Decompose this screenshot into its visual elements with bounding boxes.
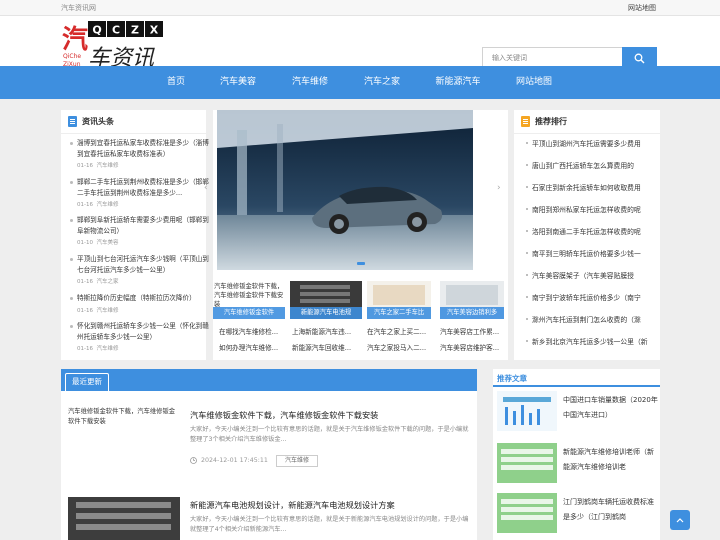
slider-dot-active[interactable]	[357, 262, 365, 265]
article-desc: 大家好，今天小编关注到一个比较有意思的话题，就是关于新能源汽车电池规划设计的问题…	[190, 516, 469, 533]
slider-thumb[interactable]: 汽车美容边销利多	[440, 281, 504, 319]
news-panel: 资讯头条 淄博到宜春托运私家车收费标准是多少（淄博到宜春托运私家车收费标准表） …	[61, 110, 209, 360]
nav-auto-home[interactable]: 汽车之家	[364, 66, 400, 99]
top-bar: 汽车资讯网 网站地图	[0, 0, 720, 16]
news-item[interactable]: 特斯拉降价历史幅度（特斯拉历次降价） 01-16 汽车维修	[69, 293, 209, 314]
slider-link[interactable]: 如何办理汽车维修...	[219, 342, 289, 352]
slider-thumb[interactable]: 汽车维修钣金软件下载，汽车维修钣金软件下载安装 汽车维修钣金软件	[213, 281, 285, 319]
chevron-up-icon	[676, 518, 684, 523]
recommend-item[interactable]: 新能源汽车维修培训老师（新能源汽车维修培训老	[497, 443, 672, 485]
slider-link[interactable]: 在汽车之家上买二...	[367, 326, 437, 336]
slider-link[interactable]: 在哪找汽车维修检...	[219, 326, 289, 336]
rank-item[interactable]: 石家庄到新余托运轿车如何收取费用	[526, 182, 661, 192]
article-title[interactable]: 新能源汽车电池规划设计，新能源汽车电池规划设计方案	[190, 499, 395, 511]
news-panel-title: 资讯头条	[61, 110, 206, 134]
rank-item[interactable]: 平顶山到湖州汽车托运需要多少费用	[526, 138, 661, 148]
site-name: 汽车资讯网	[61, 3, 96, 12]
rank-item[interactable]: 洛阳到南通二手车托运怎样收费的呢	[526, 226, 661, 236]
main-nav: 首页 汽车美容 汽车维修 汽车之家 新能源汽车 网站地图	[0, 66, 720, 99]
search-icon	[634, 53, 645, 63]
rank-item[interactable]: 南平到三明轿车托运价格要多少钱一	[526, 248, 661, 258]
slider-thumb[interactable]: 汽车之家二手车比	[367, 281, 431, 319]
featured-slider: ‹ › 汽车维修钣金软件下载，汽车维修钣金软件下载安装 汽车维修钣金软件 新能源…	[204, 110, 508, 360]
rank-panel-title: 推荐排行	[514, 110, 660, 134]
article-title[interactable]: 汽车维修钣金软件下载，汽车维修钣金软件下载安装	[190, 409, 378, 421]
recommend-title: 推荐文章	[493, 369, 660, 387]
rank-item[interactable]: 南阳到郑州私家车托运怎样收费的呢	[526, 204, 661, 214]
rank-item[interactable]: 滁州汽车托运到荆门怎么收费的（滁	[526, 314, 661, 324]
news-item[interactable]: 淄博到宜春托运私家车收费标准是多少（淄博到宜春托运私家车收费标准表） 01-16…	[69, 138, 209, 169]
news-item[interactable]: 邯郸二手车托运到荆州收费标准是多少（邯郸二手车托运到荆州收费标准是多少... 0…	[69, 177, 209, 208]
rank-item[interactable]: 新乡到北京汽车托运多少钱一公里（新	[526, 336, 661, 346]
rank-panel: 推荐排行 平顶山到湖州汽车托运需要多少费用 唐山到广西托运轿车怎么算费用的 石家…	[514, 110, 660, 360]
news-item[interactable]: 邯郸到阜新托运轿车需要多少费用呢（邯郸到阜新物流公司） 01-10 汽车美容	[69, 215, 209, 246]
recommend-item[interactable]: 江门到鹤岗车辆托运收费标准是多少（江门到鹤岗	[497, 493, 672, 535]
document-icon	[521, 116, 530, 127]
logo-graphic: 汽 Q C Z X QiChe ZiXun 车资讯	[62, 21, 163, 71]
slider-link[interactable]: 上海新能源汽车违...	[292, 326, 362, 336]
article-desc: 大家好，今天小编关注到一个比较有意思的话题，就是关于汽车维修钣金软件下载的问题，…	[190, 426, 469, 443]
rank-item[interactable]: 南宁到宁波轿车托运价格多少（南宁	[526, 292, 661, 302]
recent-header: 最近更新	[61, 369, 477, 391]
news-item[interactable]: 怀化到赣州托运轿车多少钱一公里（怀化到赣州托运轿车多少钱一公里） 01-16 汽…	[69, 321, 209, 352]
header: 汽 Q C Z X QiChe ZiXun 车资讯 输入关键词	[0, 16, 720, 71]
article-thumb[interactable]	[68, 497, 180, 540]
news-item[interactable]: 平顶山到七台河托运汽车多少钱啊（平顶山到七台河托运汽车多少钱一公里） 01-16…	[69, 254, 209, 285]
car-photo	[217, 110, 473, 270]
logo-sub1: QiChe	[63, 53, 81, 60]
article-date: 2024-12-01 17:45:11	[190, 457, 268, 464]
rank-item[interactable]: 汽车美容膜架子（汽车美容贴膜授	[526, 270, 661, 280]
slider-link[interactable]: 新能源汽车回收维...	[292, 342, 362, 352]
slider-prev-icon[interactable]: ‹	[204, 183, 208, 193]
rank-item[interactable]: 唐山到广西托运轿车怎么算费用的	[526, 160, 661, 170]
nav-auto-repair[interactable]: 汽车维修	[292, 66, 328, 99]
slider-next-icon[interactable]: ›	[497, 183, 501, 193]
logo-letter-z: Z	[131, 24, 139, 37]
slider-thumb[interactable]: 新能源汽车电池规	[290, 281, 362, 319]
back-to-top-button[interactable]	[670, 510, 690, 530]
recommend-item[interactable]: 中国进口车销量数据（2020年中国汽车进口）	[497, 391, 672, 433]
slider-link[interactable]: 汽车美容店维护客...	[440, 342, 504, 352]
nav-new-energy[interactable]: 新能源汽车	[435, 66, 480, 99]
nav-auto-beauty[interactable]: 汽车美容	[220, 66, 256, 99]
recommend-thumb[interactable]	[497, 391, 557, 431]
clock-icon	[190, 457, 197, 464]
logo-letter-x: X	[150, 24, 159, 37]
recommend-thumb[interactable]	[497, 493, 557, 533]
article-thumb[interactable]: 汽车维修钣金软件下载，汽车维修钣金软件下载安装	[68, 407, 180, 469]
sitemap-link-top[interactable]: 网站地图	[628, 3, 656, 13]
nav-sitemap[interactable]: 网站地图	[516, 66, 552, 99]
recommend-panel: 推荐文章 中国进口车销量数据（2020年中国汽车进口） 新能源汽车维修培训老师（…	[493, 369, 660, 540]
logo-letter-c: C	[112, 24, 120, 37]
slider-link[interactable]: 汽车美容店工作累...	[440, 326, 504, 336]
document-icon	[68, 116, 77, 127]
recommend-thumb[interactable]	[497, 443, 557, 483]
slider-link[interactable]: 汽车之家投马入二...	[367, 342, 437, 352]
svg-text:汽: 汽	[62, 25, 88, 55]
site-logo[interactable]: 汽 Q C Z X QiChe ZiXun 车资讯	[62, 21, 174, 71]
logo-letter-q: Q	[92, 24, 101, 37]
category-tag[interactable]: 汽车维修	[276, 455, 319, 467]
slider-main-image[interactable]	[217, 110, 473, 270]
nav-home[interactable]: 首页	[167, 66, 185, 99]
tab-recent[interactable]: 最近更新	[65, 373, 109, 391]
